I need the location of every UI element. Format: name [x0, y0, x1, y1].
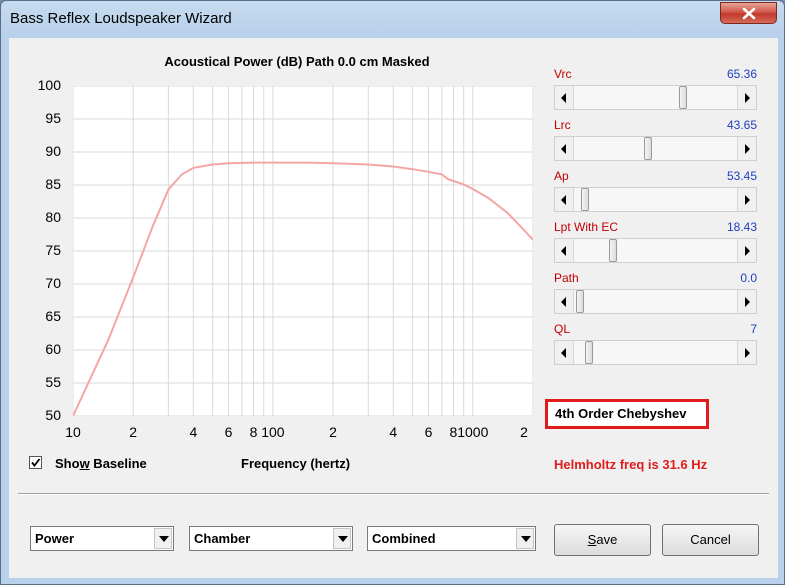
close-icon [742, 7, 756, 20]
x-tick-label: 4 [189, 424, 198, 440]
slider-label: Lrc [554, 118, 571, 132]
scroll-right-icon[interactable] [737, 188, 756, 211]
plot-type-select[interactable]: Power [30, 526, 174, 551]
parameter-scrollbar[interactable] [554, 340, 757, 365]
x-tick-label: 2 [329, 424, 337, 440]
y-tick-label: 70 [45, 275, 61, 291]
title-bar[interactable]: Bass Reflex Loudspeaker Wizard [1, 1, 784, 35]
x-tick-label: 6 [424, 424, 433, 440]
output-value: Combined [372, 531, 436, 546]
y-tick-label: 80 [45, 209, 61, 225]
window-title: Bass Reflex Loudspeaker Wizard [10, 10, 232, 27]
y-tick-label: 65 [45, 308, 61, 324]
source-select[interactable]: Chamber [189, 526, 353, 551]
parameter-scrollbar[interactable] [554, 187, 757, 212]
alignment-type-box: 4th Order Chebyshev [545, 399, 709, 429]
scroll-thumb[interactable] [609, 239, 618, 262]
dialog-client: Acoustical Power (dB) Path 0.0 cm Masked… [9, 38, 778, 578]
scroll-thumb[interactable] [678, 86, 687, 109]
scroll-right-icon[interactable] [737, 86, 756, 109]
y-tick-label: 100 [37, 77, 61, 93]
slider-value: 65.36 [726, 67, 757, 81]
x-tick-label: 100 [261, 424, 285, 440]
chart-title: Acoustical Power (dB) Path 0.0 cm Masked [164, 54, 430, 69]
separator [18, 493, 769, 495]
scroll-left-icon[interactable] [555, 341, 574, 364]
close-button[interactable] [720, 2, 777, 24]
scroll-right-icon[interactable] [737, 137, 756, 160]
x-axis-title: Frequency (hertz) [241, 456, 351, 471]
x-tick-label: 2 [520, 424, 528, 440]
scroll-left-icon[interactable] [555, 290, 574, 313]
slider-label: QL [554, 322, 571, 336]
chevron-down-icon[interactable] [154, 528, 172, 549]
x-tick-label: 10 [65, 424, 81, 440]
y-tick-label: 85 [45, 176, 61, 192]
scroll-left-icon[interactable] [555, 239, 574, 262]
x-tick-label: 2 [129, 424, 138, 440]
output-select[interactable]: Combined [367, 526, 536, 551]
save-button[interactable]: Save [554, 524, 651, 556]
source-value: Chamber [194, 531, 251, 546]
scroll-thumb[interactable] [585, 341, 594, 364]
helmholtz-frequency: Helmholtz freq is 31.6 Hz [554, 457, 708, 472]
scroll-thumb[interactable] [580, 188, 589, 211]
scroll-thumb[interactable] [643, 137, 652, 160]
parameter-scrollbar[interactable] [554, 136, 757, 161]
scroll-left-icon[interactable] [555, 86, 574, 109]
parameter-scrollbar[interactable] [554, 289, 757, 314]
y-tick-label: 60 [45, 341, 61, 357]
scroll-left-icon[interactable] [555, 188, 574, 211]
wizard-window: Bass Reflex Loudspeaker Wizard Acoustica… [0, 0, 785, 585]
chevron-down-icon[interactable] [516, 528, 534, 549]
parameter-scrollbar[interactable] [554, 238, 757, 263]
y-tick-label: 90 [45, 143, 61, 159]
x-tick-label: 4 [389, 424, 398, 440]
checkmark-icon [31, 458, 41, 467]
y-tick-label: 55 [45, 374, 61, 390]
slider-label: Ap [554, 169, 569, 183]
plot-type-value: Power [35, 531, 75, 546]
slider-label: Vrc [554, 67, 572, 81]
slider-value: 18.43 [726, 220, 757, 234]
slider-value: 7 [750, 322, 757, 336]
show-baseline-label[interactable]: Show Baseline [55, 456, 147, 471]
scroll-left-icon[interactable] [555, 137, 574, 160]
save-label: ave [596, 532, 618, 547]
slider-value: 53.45 [726, 169, 757, 183]
x-tick-label: 1000 [457, 424, 489, 440]
cancel-button[interactable]: Cancel [662, 524, 759, 556]
show-baseline-checkbox[interactable] [29, 456, 42, 469]
parameter-scrollbar[interactable] [554, 85, 757, 110]
response-plot [73, 86, 533, 416]
y-tick-label: 95 [45, 110, 61, 126]
slider-value: 0.0 [740, 271, 757, 285]
slider-label: Lpt With EC [554, 220, 619, 234]
scroll-right-icon[interactable] [737, 341, 756, 364]
slider-label: Path [554, 271, 579, 285]
scroll-right-icon[interactable] [737, 290, 756, 313]
scroll-thumb[interactable] [576, 290, 584, 313]
scroll-right-icon[interactable] [737, 239, 756, 262]
slider-value: 43.65 [726, 118, 757, 132]
chevron-down-icon[interactable] [333, 528, 351, 549]
y-tick-label: 50 [45, 407, 61, 423]
x-tick-label: 6 [224, 424, 233, 440]
y-tick-label: 75 [45, 242, 61, 258]
plot-canvas [73, 86, 533, 416]
